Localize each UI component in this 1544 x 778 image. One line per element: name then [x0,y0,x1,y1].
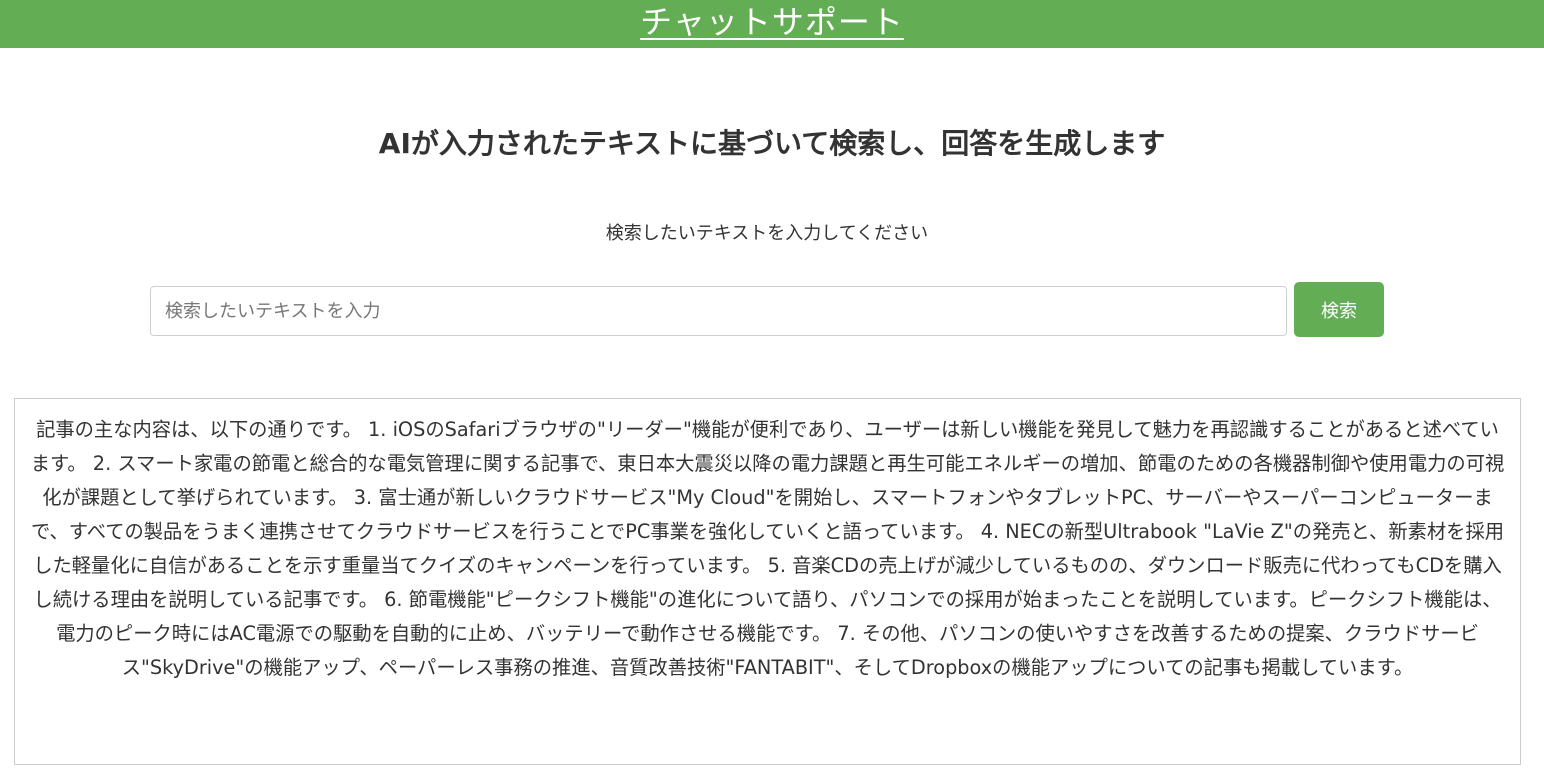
page-heading: AIが入力されたテキストに基づいて検索し、回答を生成します [378,127,1166,160]
answer-result-box: 記事の主な内容は、以下の通りです。 1. iOSのSafariブラウザの"リーダ… [14,398,1521,765]
app-title-link[interactable]: チャットサポート [640,2,904,42]
answer-text: 記事の主な内容は、以下の通りです。 1. iOSのSafariブラウザの"リーダ… [30,418,1505,679]
search-input[interactable] [150,286,1287,336]
search-button[interactable]: 検索 [1294,282,1384,337]
search-prompt-label: 検索したいテキストを入力してください [605,223,929,244]
app-header: チャットサポート [0,0,1544,48]
